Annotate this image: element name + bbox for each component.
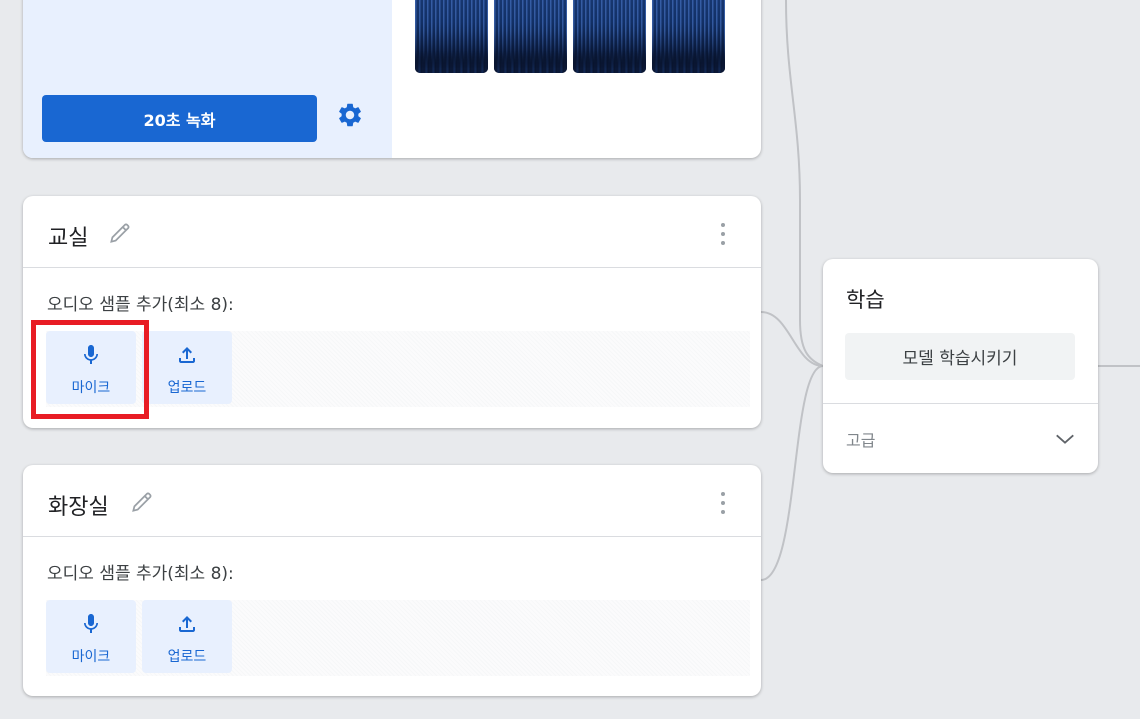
- more-vert-icon[interactable]: [715, 223, 731, 245]
- upload-button[interactable]: 업로드: [142, 600, 232, 673]
- recording-card: 20초 녹화: [23, 0, 761, 158]
- recording-panel: 20초 녹화: [23, 0, 392, 158]
- spectrogram-thumbnail[interactable]: [494, 0, 567, 73]
- microphone-icon: [84, 345, 98, 364]
- class-card-header: 화장실: [23, 465, 761, 537]
- microphone-icon: [84, 614, 98, 633]
- upload-button-label: 업로드: [167, 380, 207, 396]
- train-model-button[interactable]: 모델 학습시키기: [845, 333, 1075, 380]
- upload-button[interactable]: 업로드: [142, 331, 232, 404]
- upload-button-label: 업로드: [167, 649, 207, 665]
- class-card-classroom: 교실 오디오 샘플 추가(최소 8): 마이크 업로드: [23, 196, 761, 428]
- pencil-icon[interactable]: [107, 220, 133, 246]
- spectrogram-thumbnail[interactable]: [415, 0, 488, 73]
- spectrogram-thumbnails: [415, 0, 725, 73]
- advanced-toggle[interactable]: 고급: [823, 404, 1098, 473]
- class-name[interactable]: 교실: [48, 220, 88, 252]
- spectrogram-thumbnail[interactable]: [573, 0, 646, 73]
- class-name[interactable]: 화장실: [48, 489, 109, 521]
- chevron-down-icon: [1056, 434, 1074, 444]
- sample-label: 오디오 샘플 추가(최소 8):: [47, 564, 234, 584]
- upload-icon: [179, 347, 195, 363]
- class-card-header: 교실: [23, 196, 761, 268]
- mic-button[interactable]: 마이크: [46, 600, 136, 673]
- mic-button[interactable]: 마이크: [46, 331, 136, 404]
- class-card-body: 오디오 샘플 추가(최소 8): 마이크 업로드: [23, 268, 761, 427]
- training-card: 학습 모델 학습시키기 고급: [823, 259, 1098, 473]
- gear-icon[interactable]: [336, 101, 364, 129]
- spectrogram-thumbnail[interactable]: [652, 0, 725, 73]
- more-vert-icon[interactable]: [715, 492, 731, 514]
- record-20s-button[interactable]: 20초 녹화: [42, 95, 317, 142]
- class-card-restroom: 화장실 오디오 샘플 추가(최소 8): 마이크 업로드: [23, 465, 761, 696]
- advanced-label: 고급: [846, 431, 876, 450]
- sample-label: 오디오 샘플 추가(최소 8):: [47, 295, 234, 315]
- mic-button-label: 마이크: [71, 380, 111, 396]
- pencil-icon[interactable]: [129, 489, 155, 515]
- class-card-body: 오디오 샘플 추가(최소 8): 마이크 업로드: [23, 537, 761, 696]
- training-title: 학습: [846, 288, 885, 312]
- mic-button-label: 마이크: [71, 649, 111, 665]
- upload-icon: [179, 616, 195, 632]
